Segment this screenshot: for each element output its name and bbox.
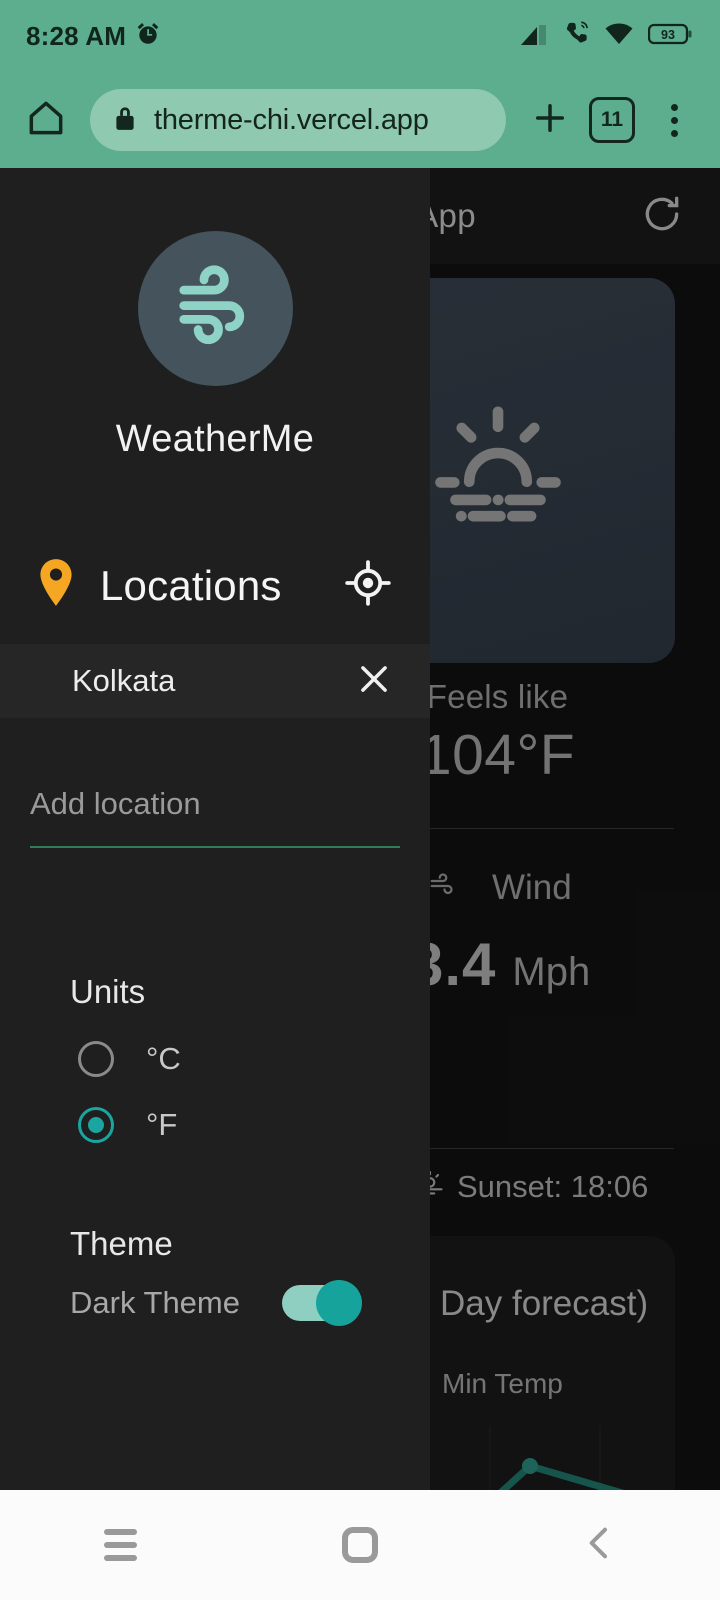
wifi-calling-icon <box>563 20 590 52</box>
toggle-knob <box>316 1280 362 1326</box>
add-location-underline <box>30 846 400 848</box>
back-button[interactable] <box>555 1510 645 1580</box>
map-pin-icon <box>34 557 78 614</box>
kebab-menu-icon <box>670 103 678 137</box>
radio-celsius-label: °C <box>146 1041 181 1076</box>
browser-menu-button[interactable] <box>646 92 702 148</box>
cellular-signal-icon <box>519 21 549 52</box>
location-list: Kolkata <box>0 644 430 718</box>
add-location-placeholder: Add location <box>30 786 201 821</box>
theme-section-title: Theme <box>70 1225 173 1262</box>
home-icon <box>24 96 68 145</box>
home-square-icon <box>342 1527 378 1563</box>
status-bar-right: 93 <box>519 20 694 52</box>
status-bar-clock: 8:28 AM <box>26 20 127 51</box>
navigation-drawer: WeatherMe Locations Kolkata Add location… <box>0 168 430 1490</box>
dark-theme-toggle[interactable] <box>282 1280 362 1326</box>
browser-toolbar: therme-chi.vercel.app 11 <box>0 72 720 168</box>
home-button[interactable] <box>18 92 74 148</box>
add-location-field[interactable]: Add location <box>30 786 400 848</box>
alarm-clock-icon <box>135 21 161 52</box>
back-chevron-icon <box>580 1523 620 1568</box>
lock-icon <box>112 104 138 137</box>
remove-location-button[interactable] <box>352 659 396 703</box>
android-status-bar: 8:28 AM 93 <box>0 0 720 72</box>
battery-icon: 93 <box>647 21 694 52</box>
radio-celsius[interactable] <box>78 1041 114 1077</box>
locations-label: Locations <box>100 561 282 609</box>
url-bar[interactable]: therme-chi.vercel.app <box>90 89 506 151</box>
logo-circle <box>137 231 293 386</box>
battery-level-text: 93 <box>661 28 675 42</box>
unit-option-fahrenheit[interactable]: °F <box>78 1107 430 1143</box>
units-section-title: Units <box>70 973 146 1010</box>
status-bar-left: 8:28 AM <box>26 21 161 52</box>
unit-option-celsius[interactable]: °C <box>78 1041 430 1077</box>
radio-fahrenheit[interactable] <box>78 1107 114 1143</box>
dark-theme-row[interactable]: Dark Theme <box>70 1280 430 1326</box>
gps-crosshair-icon <box>344 559 392 612</box>
tab-switcher-button[interactable]: 11 <box>584 92 640 148</box>
location-name: Kolkata <box>72 663 176 698</box>
phone-screen: 8:28 AM 93 therme-chi.vercel.app 11 App … <box>0 0 720 1600</box>
new-tab-button[interactable] <box>522 92 578 148</box>
dark-theme-label: Dark Theme <box>70 1285 240 1320</box>
drawer-logo-wrap <box>0 168 430 386</box>
radio-fahrenheit-label: °F <box>146 1107 178 1142</box>
list-item[interactable]: Kolkata <box>0 644 430 718</box>
close-icon <box>355 660 393 703</box>
tab-count-badge: 11 <box>589 97 635 143</box>
locations-header: Locations <box>0 557 430 614</box>
wifi-icon <box>604 21 634 52</box>
home-button-nav[interactable] <box>315 1510 405 1580</box>
use-my-location-button[interactable] <box>340 558 396 614</box>
recents-button[interactable] <box>75 1510 165 1580</box>
android-nav-bar <box>0 1490 720 1600</box>
wind-logo-icon <box>165 256 265 361</box>
plus-icon <box>529 97 571 144</box>
url-text: therme-chi.vercel.app <box>154 103 429 136</box>
recents-menu-icon <box>103 1529 137 1561</box>
app-brand-name: WeatherMe <box>115 418 315 460</box>
